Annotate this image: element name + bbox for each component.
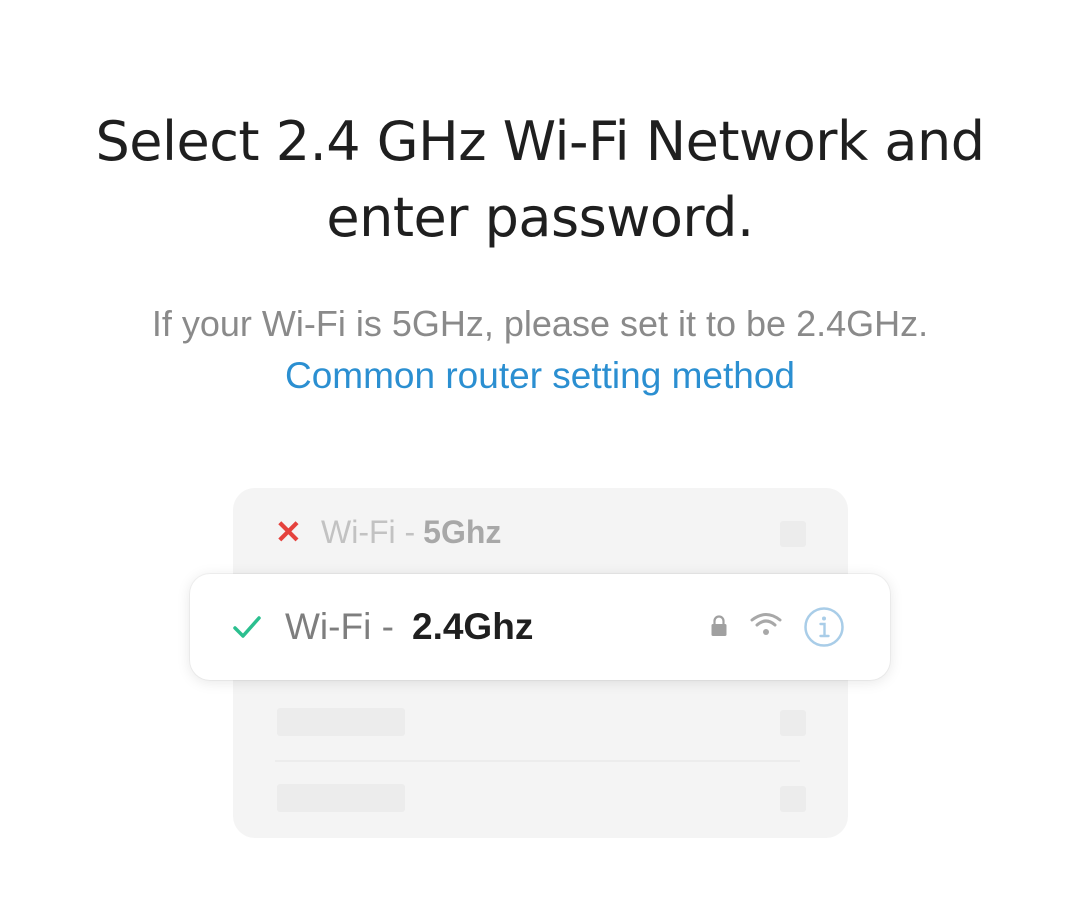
placeholder-network-name xyxy=(277,708,405,736)
placeholder-icon xyxy=(780,710,806,736)
placeholder-icon xyxy=(780,786,806,812)
page-title-line-1: Select 2.4 GHz Wi-Fi Network and xyxy=(95,110,985,173)
placeholder-icon xyxy=(780,521,806,547)
page-title-line-2: enter password. xyxy=(326,186,754,249)
wifi-24ghz-row: Wi-Fi - 2.4Ghz xyxy=(190,574,890,680)
x-mark-icon: ✕ xyxy=(275,514,302,550)
wifi-5ghz-prefix: Wi-Fi - xyxy=(321,513,416,550)
wifi-icon xyxy=(750,613,782,635)
info-icon[interactable] xyxy=(803,606,845,648)
wifi-24ghz-band: 2.4Ghz xyxy=(412,606,534,647)
instruction-text: If your Wi-Fi is 5GHz, please set it to … xyxy=(151,303,929,344)
wifi-5ghz-row: ✕ Wi-Fi - 5Ghz xyxy=(275,508,501,556)
wifi-24ghz-prefix: Wi-Fi - xyxy=(285,606,394,647)
list-divider xyxy=(275,760,800,762)
placeholder-network-name xyxy=(277,784,405,812)
lock-icon xyxy=(711,615,727,636)
check-icon xyxy=(233,616,261,638)
wifi-5ghz-band: 5Ghz xyxy=(423,513,502,550)
router-setting-link[interactable]: Common router setting method xyxy=(40,352,1040,400)
